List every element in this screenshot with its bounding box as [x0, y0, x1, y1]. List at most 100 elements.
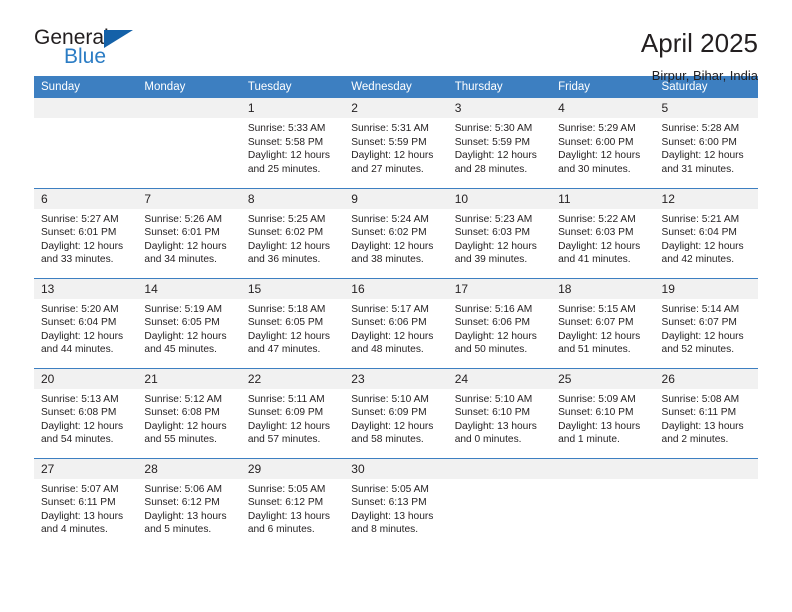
daylight-duration-line2: and 44 minutes. — [41, 344, 114, 356]
calendar-week-row: 13 Sunrise: 5:20 AM Sunset: 6:04 PM Dayligh… — [34, 277, 758, 368]
sunrise-time: Sunrise: 5:23 AM — [454, 213, 533, 225]
title-block: April 2025 Birpur, Bihar, India — [641, 27, 758, 83]
calendar-day-cell[interactable]: 1 Sunrise: 5:33 AM Sunset: 5:58 PM Daylight… — [240, 98, 345, 188]
sunset-time: Sunset: 6:02 PM — [351, 227, 427, 239]
daylight-duration-line2: and 48 minutes. — [351, 344, 424, 356]
calendar-day-cell[interactable]: 24 Sunrise: 5:10 AM Sunset: 6:10 PM Dayligh… — [447, 367, 552, 458]
day-sun-info: Sunrise: 5:18 AM Sunset: 6:05 PM Daylight:… — [241, 299, 344, 357]
day-sun-info: Sunrise: 5:10 AM Sunset: 6:09 PM Daylight:… — [344, 389, 447, 447]
calendar-day-cell[interactable]: 13 Sunrise: 5:20 AM Sunset: 6:04 PM Dayligh… — [34, 277, 138, 368]
day-sun-info: Sunrise: 5:22 AM Sunset: 6:03 PM Daylight:… — [551, 209, 654, 267]
calendar-cell-empty — [654, 457, 758, 548]
day-number: 18 — [551, 278, 655, 299]
calendar-cell-empty — [447, 457, 552, 548]
sunset-time: Sunset: 6:07 PM — [558, 317, 634, 329]
day-number: 25 — [551, 368, 655, 389]
calendar-day-cell[interactable]: 9 Sunrise: 5:24 AM Sunset: 6:02 PM Daylight… — [344, 187, 448, 278]
daylight-duration-line2: and 55 minutes. — [144, 434, 217, 446]
sunset-time: Sunset: 6:10 PM — [558, 407, 634, 419]
sunset-time: Sunset: 6:08 PM — [41, 407, 117, 419]
day-number: 13 — [34, 278, 138, 299]
calendar-day-cell[interactable]: 23 Sunrise: 5:10 AM Sunset: 6:09 PM Dayligh… — [344, 367, 448, 458]
weekday-header-sunday: Sunday — [34, 76, 138, 98]
day-number: 9 — [344, 188, 448, 209]
sunset-time: Sunset: 5:58 PM — [247, 136, 324, 148]
day-sun-info: Sunrise: 5:19 AM Sunset: 6:05 PM Daylight:… — [137, 299, 240, 357]
day-sun-info: Sunrise: 5:20 AM Sunset: 6:04 PM Daylight:… — [34, 299, 137, 357]
sunset-time: Sunset: 6:12 PM — [144, 497, 220, 509]
calendar-week-row: 20 Sunrise: 5:13 AM Sunset: 6:08 PM Dayligh… — [34, 367, 758, 458]
calendar-day-cell[interactable]: 16 Sunrise: 5:17 AM Sunset: 6:06 PM Dayligh… — [344, 277, 448, 368]
calendar-day-cell[interactable]: 18 Sunrise: 5:15 AM Sunset: 6:07 PM Dayligh… — [551, 277, 655, 368]
sunset-time: Sunset: 6:09 PM — [351, 407, 427, 419]
sunrise-time: Sunrise: 5:12 AM — [144, 393, 223, 405]
sunrise-time: Sunrise: 5:16 AM — [454, 303, 533, 315]
daylight-duration-line1: Daylight: 12 hours — [558, 150, 641, 162]
day-number: 10 — [447, 188, 552, 209]
day-number — [551, 458, 655, 479]
sunrise-time: Sunrise: 5:05 AM — [247, 483, 326, 495]
day-sun-info: Sunrise: 5:33 AM Sunset: 5:58 PM Daylight:… — [241, 118, 344, 176]
daylight-duration-line2: and 39 minutes. — [454, 254, 528, 266]
sunrise-time: Sunrise: 5:26 AM — [144, 213, 223, 225]
daylight-duration-line2: and 28 minutes. — [454, 163, 528, 175]
calendar-day-cell[interactable]: 10 Sunrise: 5:23 AM Sunset: 6:03 PM Dayligh… — [447, 187, 552, 278]
calendar-day-cell[interactable]: 22 Sunrise: 5:11 AM Sunset: 6:09 PM Dayligh… — [240, 367, 345, 458]
daylight-duration-line1: Daylight: 13 hours — [144, 510, 227, 522]
calendar-week-row: 1 Sunrise: 5:33 AM Sunset: 5:58 PM Daylight… — [34, 98, 758, 188]
daylight-duration-line1: Daylight: 12 hours — [144, 420, 227, 432]
sunrise-time: Sunrise: 5:28 AM — [661, 123, 740, 134]
day-sun-info: Sunrise: 5:15 AM Sunset: 6:07 PM Daylight:… — [551, 299, 654, 357]
sunset-time: Sunset: 6:00 PM — [661, 136, 737, 148]
sunrise-time: Sunrise: 5:11 AM — [247, 393, 325, 405]
sunset-time: Sunset: 6:04 PM — [661, 227, 737, 239]
calendar-day-cell[interactable]: 30 Sunrise: 5:05 AM Sunset: 6:13 PM Dayligh… — [344, 457, 448, 548]
calendar-day-cell[interactable]: 3 Sunrise: 5:30 AM Sunset: 5:59 PM Daylight… — [447, 98, 552, 188]
calendar-day-cell[interactable]: 8 Sunrise: 5:25 AM Sunset: 6:02 PM Daylight… — [240, 187, 345, 278]
generalblue-logo[interactable]: General Blue — [34, 27, 154, 73]
calendar-day-cell[interactable]: 20 Sunrise: 5:13 AM Sunset: 6:08 PM Dayligh… — [34, 367, 138, 458]
calendar-day-cell[interactable]: 29 Sunrise: 5:05 AM Sunset: 6:12 PM Dayligh… — [240, 457, 345, 548]
daylight-duration-line1: Daylight: 12 hours — [41, 330, 124, 342]
calendar-day-cell[interactable]: 17 Sunrise: 5:16 AM Sunset: 6:06 PM Dayligh… — [447, 277, 552, 368]
daylight-duration-line1: Daylight: 12 hours — [247, 330, 330, 342]
calendar-day-cell[interactable]: 26 Sunrise: 5:08 AM Sunset: 6:11 PM Dayligh… — [654, 367, 758, 458]
daylight-duration-line2: and 45 minutes. — [144, 344, 217, 356]
day-number — [654, 458, 758, 479]
calendar-day-cell[interactable]: 28 Sunrise: 5:06 AM Sunset: 6:12 PM Dayligh… — [137, 457, 241, 548]
logo-text-blue: Blue — [64, 45, 107, 68]
daylight-duration-line2: and 33 minutes. — [41, 254, 114, 266]
calendar-week-row: 6 Sunrise: 5:27 AM Sunset: 6:01 PM Daylight… — [34, 187, 758, 278]
calendar-day-cell[interactable]: 4 Sunrise: 5:29 AM Sunset: 6:00 PM Daylight… — [551, 98, 655, 188]
day-number: 12 — [654, 188, 758, 209]
calendar-day-cell[interactable]: 11 Sunrise: 5:22 AM Sunset: 6:03 PM Dayligh… — [551, 187, 655, 278]
calendar-day-cell[interactable]: 7 Sunrise: 5:26 AM Sunset: 6:01 PM Daylight… — [137, 187, 241, 278]
calendar-day-cell[interactable]: 5 Sunrise: 5:28 AM Sunset: 6:00 PM Daylight… — [654, 98, 758, 188]
daylight-duration-line2: and 4 minutes. — [41, 524, 108, 536]
daylight-duration-line2: and 58 minutes. — [351, 434, 424, 446]
calendar-day-cell[interactable]: 6 Sunrise: 5:27 AM Sunset: 6:01 PM Daylight… — [34, 187, 138, 278]
day-sun-info: Sunrise: 5:31 AM Sunset: 5:59 PM Daylight:… — [344, 118, 447, 176]
sunset-time: Sunset: 6:02 PM — [247, 227, 324, 239]
sunset-time: Sunset: 6:06 PM — [351, 317, 427, 329]
calendar-day-cell[interactable]: 15 Sunrise: 5:18 AM Sunset: 6:05 PM Dayligh… — [240, 277, 345, 368]
day-sun-info: Sunrise: 5:26 AM Sunset: 6:01 PM Daylight:… — [137, 209, 240, 267]
sunrise-time: Sunrise: 5:31 AM — [351, 123, 429, 134]
page-header: General Blue April 2025 Birpur, Bihar, I… — [34, 0, 758, 82]
calendar-day-cell[interactable]: 19 Sunrise: 5:14 AM Sunset: 6:07 PM Dayligh… — [654, 277, 758, 368]
calendar-day-cell[interactable]: 12 Sunrise: 5:21 AM Sunset: 6:04 PM Dayligh… — [654, 187, 758, 278]
calendar-day-cell[interactable]: 14 Sunrise: 5:19 AM Sunset: 6:05 PM Dayligh… — [137, 277, 241, 368]
calendar-day-cell[interactable]: 2 Sunrise: 5:31 AM Sunset: 5:59 PM Daylight… — [344, 98, 448, 188]
calendar-day-cell[interactable]: 25 Sunrise: 5:09 AM Sunset: 6:10 PM Dayligh… — [551, 367, 655, 458]
day-number: 14 — [137, 278, 241, 299]
daylight-duration-line2: and 27 minutes. — [351, 163, 424, 175]
calendar-day-cell[interactable]: 21 Sunrise: 5:12 AM Sunset: 6:08 PM Dayligh… — [137, 367, 241, 458]
day-number: 1 — [240, 98, 345, 118]
calendar-day-cell[interactable]: 27 Sunrise: 5:07 AM Sunset: 6:11 PM Dayligh… — [34, 457, 138, 548]
day-number: 21 — [137, 368, 241, 389]
calendar-cell-empty — [551, 457, 655, 548]
sunset-time: Sunset: 6:12 PM — [247, 497, 324, 509]
sunset-time: Sunset: 6:03 PM — [558, 227, 634, 239]
sunrise-time: Sunrise: 5:25 AM — [247, 213, 326, 225]
daylight-duration-line2: and 36 minutes. — [247, 254, 321, 266]
